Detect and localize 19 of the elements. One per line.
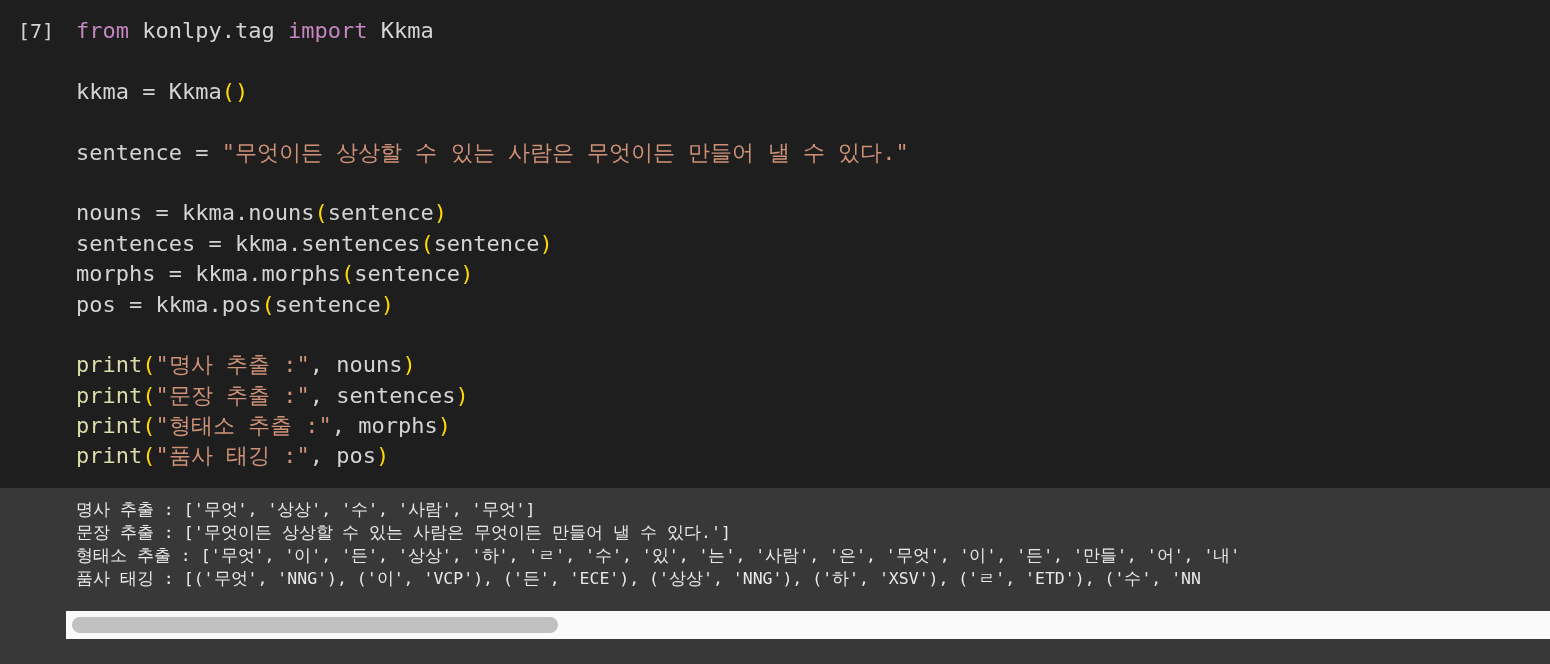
execution-count: [7] <box>18 18 56 45</box>
output-line: 품사 태깅 : [('무엇', 'NNG'), ('이', 'VCP'), ('든', 'ECE'), ('상상', 'NNG'), ('하', 'XSV'), ('ㄹ', 'ETD'), ('수', 'NN <box>76 568 1202 590</box>
code-line: sentence = "무엇이든 상상할 수 있는 사람은 무엇이든 만들어 낼 수 있다." <box>76 138 909 167</box>
code-line: print("명사 추출 :", nouns) <box>76 351 417 380</box>
scrollbar-thumb[interactable] <box>72 617 558 633</box>
code-line: print("형태소 추출 :", morphs) <box>76 412 452 441</box>
code-line: from konlpy.tag import Kkma <box>76 17 435 45</box>
code-line: print("품사 태깅 :", pos) <box>76 442 391 471</box>
code-line: print("문장 추출 :", sentences) <box>76 381 470 410</box>
output-line: 명사 추출 : ['무엇', '상상', '수', '사람', '무엇'] <box>76 499 537 521</box>
code-line: nouns = kkma.nouns(sentence) <box>76 199 448 228</box>
code-line: kkma = Kkma() <box>76 77 250 106</box>
code-line: sentences = kkma.sentences(sentence) <box>76 229 554 258</box>
code-line: morphs = kkma.morphs(sentence) <box>76 260 475 289</box>
output-line: 문장 추출 : ['무엇이든 상상할 수 있는 사람은 무엇이든 만들어 낼 수 있다.'] <box>76 522 732 544</box>
scrollbar-track[interactable] <box>66 611 1550 639</box>
code-cell[interactable] <box>0 0 1550 488</box>
code-line: pos = kkma.pos(sentence) <box>76 290 395 319</box>
output-line: 형태소 추출 : ['무엇', '이', '든', '상상', '하', 'ㄹ', '수', '있', '는', '사람', '은', '무엇', '이', '든', '만들', '어', '내' <box>76 545 1242 567</box>
